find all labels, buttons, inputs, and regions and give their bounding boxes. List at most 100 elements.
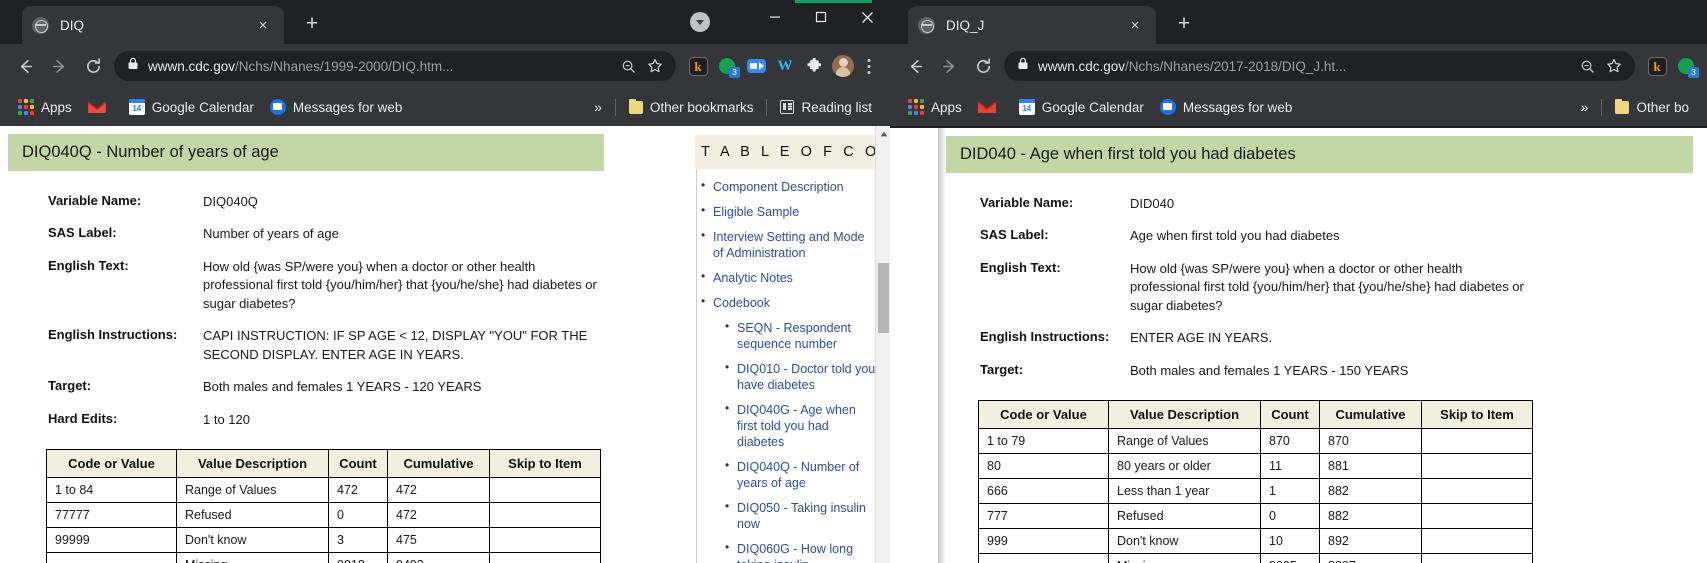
toc-item[interactable]: SEQN - Respondent sequence number bbox=[697, 320, 877, 352]
toc-link[interactable]: Eligible Sample bbox=[713, 204, 877, 220]
browser-window-right: DIQ_J × + wwwn.cdc.gov/Nchs/Nhanes/2017-… bbox=[890, 0, 1707, 563]
table-row: 777 Refused 0 882 bbox=[979, 504, 1533, 529]
table-row: 80 80 years or older 11 881 bbox=[979, 454, 1533, 479]
bookmark-star-icon[interactable] bbox=[1603, 55, 1625, 77]
cast-media-icon[interactable] bbox=[690, 12, 710, 32]
wikiwand-extension-icon[interactable]: W bbox=[772, 53, 798, 79]
toc-link[interactable]: DIQ010 - Doctor told you have diabetes bbox=[737, 361, 877, 393]
bookmark-star-icon[interactable] bbox=[644, 55, 666, 77]
column-header-count: Count bbox=[329, 450, 388, 478]
address-bar[interactable]: wwwn.cdc.gov/Nchs/Nhanes/2017-2018/DIQ_J… bbox=[1004, 51, 1635, 81]
toc-item[interactable]: Codebook bbox=[697, 295, 877, 311]
toc-link[interactable]: DIQ050 - Taking insulin now bbox=[737, 500, 877, 532]
toc-item[interactable]: Component Description bbox=[697, 179, 877, 195]
address-bar[interactable]: wwwn.cdc.gov/Nchs/Nhanes/1999-2000/DIQ.h… bbox=[114, 51, 676, 81]
close-tab-icon[interactable]: × bbox=[1124, 14, 1146, 36]
bookmark-gmail[interactable] bbox=[970, 94, 1011, 120]
cell-count: 9018 bbox=[329, 553, 388, 563]
toc-link[interactable]: Analytic Notes bbox=[713, 270, 877, 286]
codebook-table-left: Code or Value Value Description Count Cu… bbox=[46, 449, 601, 563]
page-scrollbar-left[interactable] bbox=[875, 126, 890, 563]
other-bookmarks-button[interactable]: Other bookmarks bbox=[621, 94, 762, 120]
table-header-row: Code or Value Value Description Count Cu… bbox=[979, 401, 1533, 429]
field-value: DID040 bbox=[1130, 195, 1174, 213]
cell-count: 10 bbox=[1261, 529, 1320, 554]
lock-icon bbox=[1017, 57, 1029, 75]
maximize-button[interactable] bbox=[798, 0, 844, 34]
bookmark-label: Messages for web bbox=[293, 100, 403, 115]
variable-details-right: Variable Name: DID040 SAS Label: Age whe… bbox=[980, 195, 1707, 380]
bookmark-messages-for-web[interactable]: Messages for web bbox=[262, 94, 411, 120]
green-dot-extension-icon[interactable]: 3 bbox=[1673, 53, 1699, 79]
toc-link[interactable]: Component Description bbox=[713, 179, 877, 195]
toc-link[interactable]: DIQ040G - Age when first told you had di… bbox=[737, 402, 877, 450]
zoom-out-icon[interactable] bbox=[617, 55, 639, 77]
cell-cumulative: 475 bbox=[388, 528, 490, 553]
other-bookmarks-label: Other bo bbox=[1636, 100, 1689, 115]
chrome-menu-icon[interactable] bbox=[856, 58, 882, 75]
cell-description: Missing bbox=[177, 553, 329, 563]
scroll-up-arrow-icon[interactable] bbox=[876, 126, 890, 141]
back-button[interactable] bbox=[898, 49, 932, 83]
field-label: English Text: bbox=[48, 258, 203, 313]
zoom-out-icon[interactable] bbox=[1576, 55, 1598, 77]
bookmark-messages-for-web[interactable]: Messages for web bbox=[1152, 94, 1301, 120]
url-path: /Nchs/Nhanes/2017-2018/DIQ_J.ht... bbox=[1125, 59, 1346, 74]
page-title: DIQ040Q - Number of years of age bbox=[8, 134, 604, 171]
cell-code: 1 to 79 bbox=[979, 429, 1109, 454]
toc-item[interactable]: DIQ040G - Age when first told you had di… bbox=[697, 402, 877, 450]
toc-item[interactable]: DIQ050 - Taking insulin now bbox=[697, 500, 877, 532]
cell-cumulative: 472 bbox=[388, 478, 490, 503]
zoom-extension-icon[interactable] bbox=[743, 53, 769, 79]
puzzle-extensions-icon[interactable] bbox=[801, 53, 827, 79]
cell-skip bbox=[490, 478, 601, 503]
tab-diq-j[interactable]: DIQ_J × bbox=[908, 6, 1156, 44]
extension-badge-count: 3 bbox=[729, 67, 740, 78]
reload-button[interactable] bbox=[76, 49, 110, 83]
bookmark-google-calendar[interactable]: 14 Google Calendar bbox=[1011, 94, 1152, 120]
new-tab-button[interactable]: + bbox=[298, 11, 326, 39]
forward-button[interactable] bbox=[932, 49, 966, 83]
forward-button[interactable] bbox=[42, 49, 76, 83]
reading-list-button[interactable]: Reading list bbox=[772, 94, 880, 120]
back-button[interactable] bbox=[8, 49, 42, 83]
profile-avatar[interactable] bbox=[830, 53, 856, 79]
green-dot-extension-icon[interactable]: 3 bbox=[714, 53, 740, 79]
close-window-button[interactable] bbox=[844, 0, 890, 34]
kami-extension-icon[interactable]: k bbox=[685, 53, 711, 79]
toc-link[interactable]: DIQ060G - How long taking insulin bbox=[737, 541, 877, 563]
calendar-icon: 14 bbox=[129, 99, 145, 115]
toc-link[interactable]: Interview Setting and Mode of Administra… bbox=[713, 229, 877, 261]
tab-diq[interactable]: DIQ × bbox=[22, 6, 284, 44]
toc-item[interactable]: Eligible Sample bbox=[697, 204, 877, 220]
bookmarks-overflow-icon[interactable]: » bbox=[586, 99, 610, 115]
toc-link[interactable]: DIQ040Q - Number of years of age bbox=[737, 459, 877, 491]
new-tab-button[interactable]: + bbox=[1170, 11, 1198, 39]
kami-extension-icon[interactable]: k bbox=[1644, 53, 1670, 79]
cell-description: Less than 1 year bbox=[1109, 479, 1261, 504]
cdc-codebook-page-right: DID040 - Age when first told you had dia… bbox=[890, 128, 1707, 563]
screen: DIQ × + bbox=[0, 0, 1707, 563]
toc-item[interactable]: Analytic Notes bbox=[697, 270, 877, 286]
bookmark-google-calendar[interactable]: 14 Google Calendar bbox=[121, 94, 262, 120]
bookmarks-overflow-icon[interactable]: » bbox=[1573, 99, 1597, 115]
toc-item[interactable]: DIQ040Q - Number of years of age bbox=[697, 459, 877, 491]
minimize-button[interactable] bbox=[752, 0, 798, 34]
bookmark-gmail[interactable] bbox=[80, 94, 121, 120]
folder-icon bbox=[1615, 101, 1629, 114]
cell-description: Refused bbox=[177, 503, 329, 528]
bookmark-apps[interactable]: Apps bbox=[900, 94, 970, 120]
bookmark-apps[interactable]: Apps bbox=[10, 94, 80, 120]
close-tab-icon[interactable]: × bbox=[252, 14, 274, 36]
toc-link[interactable]: Codebook bbox=[713, 295, 877, 311]
reload-button[interactable] bbox=[966, 49, 1000, 83]
toc-link[interactable]: SEQN - Respondent sequence number bbox=[737, 320, 877, 352]
toc-item[interactable]: DIQ060G - How long taking insulin bbox=[697, 541, 877, 563]
scrollbar-thumb[interactable] bbox=[878, 263, 889, 333]
toc-item[interactable]: Interview Setting and Mode of Administra… bbox=[697, 229, 877, 261]
toolbar-left: wwwn.cdc.gov/Nchs/Nhanes/1999-2000/DIQ.h… bbox=[0, 44, 890, 88]
other-bookmarks-button[interactable]: Other bo bbox=[1607, 94, 1697, 120]
url-text: wwwn.cdc.gov/Nchs/Nhanes/2017-2018/DIQ_J… bbox=[1038, 59, 1571, 74]
toc-item[interactable]: DIQ010 - Doctor told you have diabetes bbox=[697, 361, 877, 393]
field-value: Age when first told you had diabetes bbox=[1130, 227, 1340, 245]
